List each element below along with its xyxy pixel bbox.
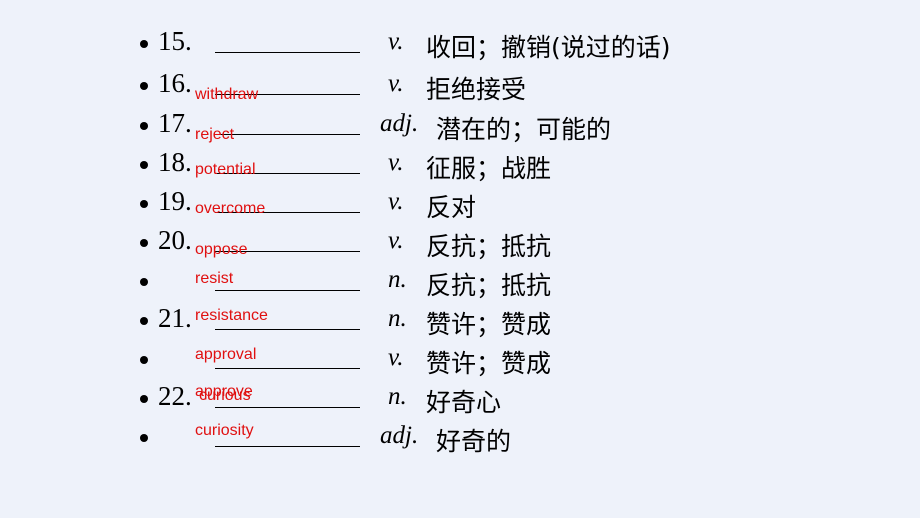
answer-text: withdraw <box>195 86 259 103</box>
answer-blank-line <box>215 52 360 53</box>
answer-text: approval <box>195 346 257 363</box>
answer-text: curious <box>199 387 251 404</box>
bullet-icon <box>140 434 148 442</box>
vocab-row: 15. v. 收回；撤销(说过的话) <box>140 26 860 70</box>
answer-text: resist <box>195 270 234 287</box>
answer-blank-line <box>215 368 360 369</box>
answer-blank-line <box>215 329 360 330</box>
answer-blank-line <box>215 446 360 447</box>
chinese-meaning: 征服；战胜 <box>426 154 552 183</box>
vocab-row: curiosity adj. 好奇的 <box>140 422 860 464</box>
answer-blank-line <box>215 134 360 135</box>
answer-blank-line <box>215 290 360 291</box>
answer-text: reject <box>195 126 235 143</box>
part-of-speech: v. <box>388 188 404 215</box>
part-of-speech: v. <box>388 70 404 97</box>
part-of-speech: n. <box>388 266 407 293</box>
item-number: 15. <box>158 26 192 56</box>
bullet-icon <box>140 40 148 48</box>
slide-canvas: 15. v. 收回；撤销(说过的话) 16. withdraw v. 拒绝接受 17. reje… <box>0 0 920 518</box>
part-of-speech: v. <box>388 28 404 55</box>
item-number: 21. <box>158 303 192 333</box>
part-of-speech: v. <box>388 149 404 176</box>
part-of-speech: v. <box>388 344 404 371</box>
part-of-speech: adj. <box>380 110 419 137</box>
vocab-row: 21. resistance n. 赞许；赞成 <box>140 303 860 347</box>
chinese-meaning: 反对 <box>426 193 477 222</box>
vocab-row: 17. reject adj. 潜在的；可能的 <box>140 108 860 152</box>
vocab-row: 16. withdraw v. 拒绝接受 <box>140 68 860 112</box>
answer-text: curiosity <box>195 422 254 439</box>
item-number: 16. <box>158 68 192 98</box>
bullet-icon <box>140 239 148 247</box>
bullet-icon <box>140 122 148 130</box>
chinese-meaning: 拒绝接受 <box>426 75 527 104</box>
chinese-meaning: 好奇心 <box>426 388 502 417</box>
part-of-speech: adj. <box>380 422 419 449</box>
vocab-row: 18. potential v. 征服；战胜 <box>140 147 860 191</box>
item-number: 22. <box>158 381 192 411</box>
bullet-icon <box>140 395 148 403</box>
chinese-meaning: 好奇的 <box>436 427 512 456</box>
bullet-icon <box>140 200 148 208</box>
answer-text: resistance <box>195 307 268 324</box>
vocab-row: resist n. 反抗；抵抗 <box>140 266 860 308</box>
bullet-icon <box>140 82 148 90</box>
chinese-meaning: 反抗；抵抗 <box>426 232 552 261</box>
answer-text: overcome <box>195 200 266 217</box>
part-of-speech: v. <box>388 227 404 254</box>
answer-text: oppose <box>195 241 248 258</box>
item-number: 20. <box>158 225 192 255</box>
chinese-meaning: 收回；撤销(说过的话) <box>426 33 671 62</box>
item-number: 18. <box>158 147 192 177</box>
chinese-meaning: 反抗；抵抗 <box>426 271 552 300</box>
item-number: 17. <box>158 108 192 138</box>
answer-text: potential <box>195 161 256 178</box>
item-number: 19. <box>158 186 192 216</box>
bullet-icon <box>140 161 148 169</box>
vocab-row: approval v. 赞许；赞成 <box>140 344 860 386</box>
bullet-icon <box>140 317 148 325</box>
bullet-icon <box>140 356 148 364</box>
bullet-icon <box>140 278 148 286</box>
vocab-row: 20. oppose v. 反抗；抵抗 <box>140 225 860 269</box>
part-of-speech: n. <box>388 305 407 332</box>
part-of-speech: n. <box>388 383 407 410</box>
chinese-meaning: 赞许；赞成 <box>426 349 552 378</box>
chinese-meaning: 潜在的；可能的 <box>436 115 612 144</box>
answer-blank-line <box>215 407 360 408</box>
chinese-meaning: 赞许；赞成 <box>426 310 552 339</box>
vocab-row: 19. overcome v. 反对 <box>140 186 860 230</box>
